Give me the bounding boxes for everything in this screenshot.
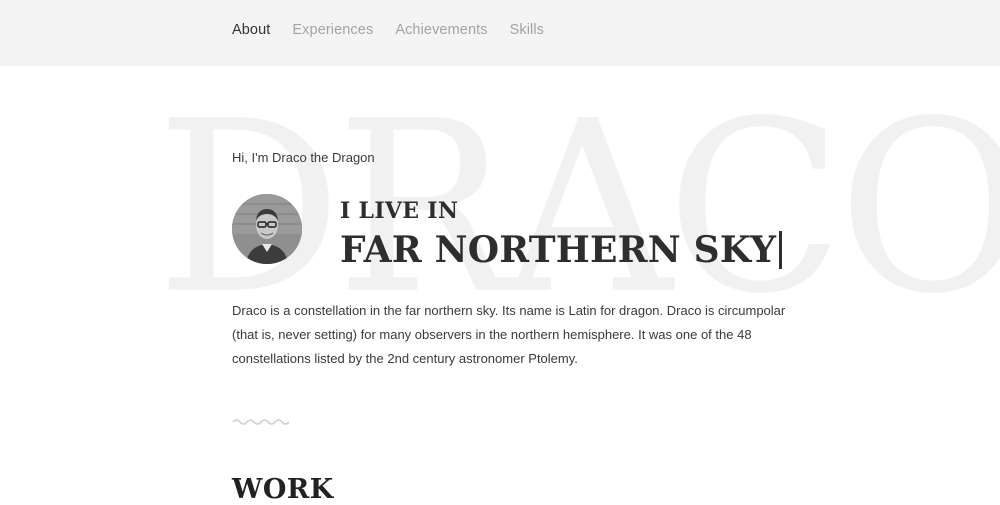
top-navigation-bar: About Experiences Achievements Skills — [0, 0, 1000, 66]
nav-item-experiences[interactable]: Experiences — [292, 22, 373, 38]
section-heading-work: WORK — [232, 474, 334, 505]
main-nav: About Experiences Achievements Skills — [232, 22, 544, 38]
headline-big: FAR NORTHERN SKY — [340, 226, 783, 274]
avatar-photo — [232, 194, 302, 264]
headline-small: I LIVE IN — [340, 198, 459, 224]
description-text: Draco is a constellation in the far nort… — [232, 303, 786, 366]
nav-item-about[interactable]: About — [232, 22, 270, 38]
nav-item-skills[interactable]: Skills — [510, 22, 544, 38]
greeting-text: Hi, I'm Draco the Dragon — [232, 150, 375, 165]
wavy-divider-icon — [232, 419, 290, 425]
headline-big-text: FAR NORTHERN SKY — [340, 229, 777, 271]
typing-cursor — [779, 231, 783, 269]
avatar — [232, 194, 302, 264]
nav-item-achievements[interactable]: Achievements — [395, 22, 487, 38]
